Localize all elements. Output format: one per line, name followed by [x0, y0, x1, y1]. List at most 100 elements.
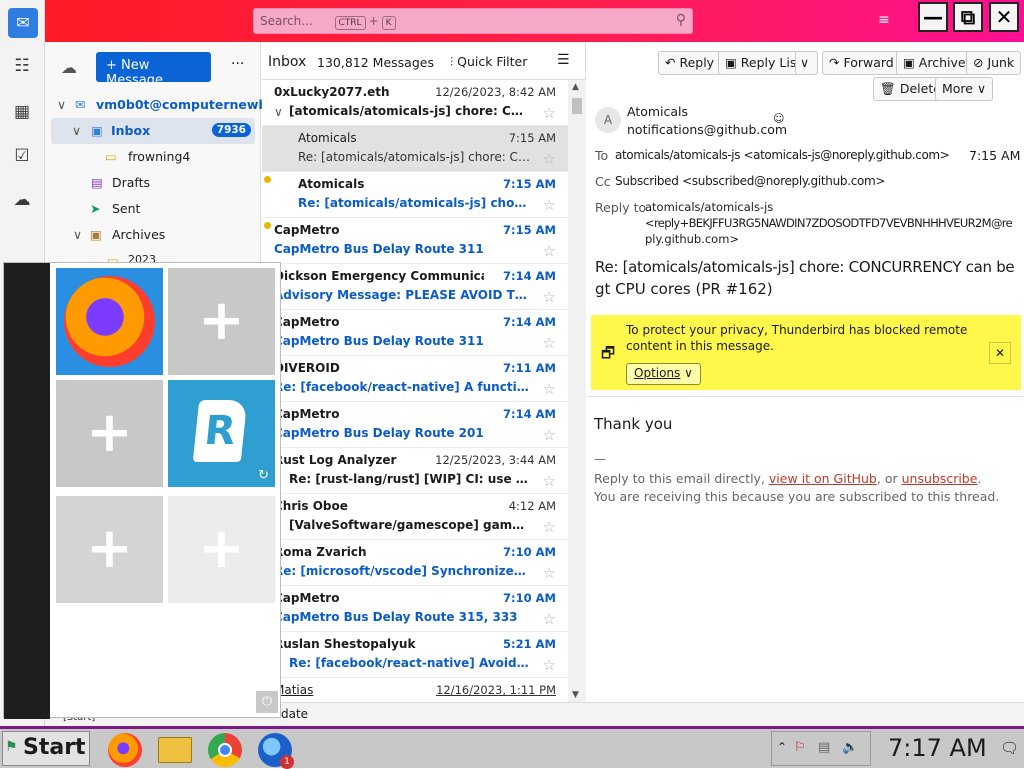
- network-icon[interactable]: ▤: [818, 740, 830, 755]
- volume-icon[interactable]: 🔈: [842, 740, 858, 755]
- star-icon[interactable]: ☆: [543, 564, 556, 582]
- table-row[interactable]: Atomicals 7:15 AM Re: [atomicals/atomica…: [262, 172, 568, 218]
- folder-archives[interactable]: ∨ ▣ Archives: [45, 222, 261, 248]
- plus-icon: +: [198, 288, 245, 353]
- add-tile-placeholder[interactable]: +: [56, 496, 163, 603]
- chrome-icon[interactable]: [208, 733, 242, 767]
- star-icon[interactable]: ☆: [543, 610, 556, 628]
- tasks-icon[interactable]: ☑: [8, 142, 36, 170]
- display-options-icon[interactable]: ☰: [557, 52, 570, 68]
- maximize-button[interactable]: ⧉: [953, 2, 983, 32]
- global-search-input[interactable]: Search... CTRL + K ⚲: [253, 8, 693, 34]
- from-email[interactable]: notifications@github.com: [627, 122, 787, 137]
- calendar-icon[interactable]: ▦: [8, 98, 36, 126]
- star-icon[interactable]: ☆: [543, 150, 556, 168]
- power-button[interactable]: ⏻: [256, 691, 278, 713]
- file-explorer-icon[interactable]: [158, 737, 192, 763]
- to-value[interactable]: atomicals/atomicals-js <atomicals-js@nor…: [615, 148, 950, 162]
- table-row-selected[interactable]: Atomicals 7:15 AM Re: [atomicals/atomica…: [262, 126, 568, 172]
- app-menu-icon[interactable]: ≡: [878, 12, 890, 28]
- reply-list-dropdown[interactable]: ∨: [795, 51, 818, 75]
- notification-center-icon[interactable]: 🗨: [1000, 739, 1019, 757]
- inbox-icon: ▣: [91, 123, 103, 138]
- thread-scrollbar[interactable]: ▲ ▼: [568, 80, 586, 726]
- quick-filter-label: Quick Filter: [457, 54, 528, 69]
- security-icon[interactable]: ⚐: [794, 740, 806, 755]
- clock[interactable]: 7:17 AM: [888, 734, 987, 762]
- account-row[interactable]: ∨ ✉ vm0b0t@computernewb...: [45, 92, 282, 118]
- view-on-github-link[interactable]: view it on GitHub: [769, 471, 877, 486]
- address-book-icon[interactable]: ☷: [8, 52, 36, 80]
- star-icon[interactable]: ☆: [543, 288, 556, 306]
- firefox-tile[interactable]: [56, 268, 163, 375]
- get-messages-icon[interactable]: ☁: [61, 58, 77, 77]
- table-row[interactable]: CapMetro 7:15 AM CapMetro Bus Delay Rout…: [262, 218, 568, 264]
- mail-space-icon[interactable]: ✉: [8, 8, 38, 38]
- add-tile-placeholder[interactable]: +: [56, 380, 163, 487]
- table-row[interactable]: Ruslan Shestopalyuk 5:21 AM Re: [faceboo…: [262, 632, 568, 678]
- minimize-button[interactable]: —: [918, 2, 948, 32]
- forward-button[interactable]: ↷ Forward: [822, 51, 901, 75]
- close-notification-button[interactable]: ✕: [989, 342, 1011, 364]
- reply-button[interactable]: ↶ Reply: [658, 51, 722, 75]
- star-icon[interactable]: ☆: [543, 472, 556, 490]
- chevron-down-icon: ∨: [72, 123, 82, 138]
- chevron-down-icon: ∨: [973, 81, 987, 96]
- message-subject-line1: Re: [atomicals/atomicals-js] chore: CONC…: [595, 258, 1015, 276]
- archive-button[interactable]: ▣ Archive: [896, 51, 973, 75]
- row-sender: Ruslan Shestopalyuk: [274, 637, 416, 651]
- folder-drafts[interactable]: ▤ Drafts: [45, 170, 261, 196]
- folder-sent[interactable]: ➤ Sent: [45, 196, 261, 222]
- table-row[interactable]: Dickson Emergency Communications 7:14 AM…: [262, 264, 568, 310]
- unread-dot-icon: [264, 176, 271, 183]
- star-icon[interactable]: ☆: [543, 104, 556, 122]
- options-button[interactable]: Options ∨: [626, 363, 701, 385]
- more-button[interactable]: More ∨: [935, 77, 994, 101]
- star-icon[interactable]: ☆: [543, 426, 556, 444]
- tray-expand-icon[interactable]: ⌃: [777, 740, 787, 754]
- table-row[interactable]: Chris Oboe 4:12 AM [ValveSoftware/gamesc…: [262, 494, 568, 540]
- table-row[interactable]: DIVEROID 7:11 AM Re: [facebook/react-nat…: [262, 356, 568, 402]
- contact-icon[interactable]: ☺: [773, 112, 784, 125]
- star-icon[interactable]: ☆: [543, 242, 556, 260]
- star-icon[interactable]: ☆: [543, 334, 556, 352]
- row-date: 12/26/2023, 8:42 AM: [435, 85, 556, 99]
- table-row[interactable]: CapMetro 7:14 AM CapMetro Bus Delay Rout…: [262, 310, 568, 356]
- table-row[interactable]: CapMetro 7:10 AM CapMetro Bus Delay Rout…: [262, 586, 568, 632]
- scroll-thumb[interactable]: [572, 98, 582, 114]
- replyto-line1[interactable]: atomicals/atomicals-js: [645, 200, 773, 214]
- star-icon[interactable]: ☆: [543, 656, 556, 674]
- star-icon[interactable]: ☆: [543, 518, 556, 536]
- table-row[interactable]: 0xLucky2077.eth 12/26/2023, 8:42 AM ∨ [a…: [262, 80, 568, 126]
- replyto-line3[interactable]: ply.github.com>: [645, 232, 739, 246]
- table-row[interactable]: CapMetro 7:14 AM CapMetro Bus Delay Rout…: [262, 402, 568, 448]
- star-icon[interactable]: ☆: [543, 196, 556, 214]
- junk-button[interactable]: ⊘ Junk: [966, 51, 1022, 75]
- add-tile-placeholder[interactable]: +: [168, 496, 275, 603]
- table-row[interactable]: Rust Log Analyzer 12/25/2023, 3:44 AM Re…: [262, 448, 568, 494]
- scroll-down-icon[interactable]: ▼: [572, 690, 579, 700]
- unsubscribe-link[interactable]: unsubscribe: [902, 471, 978, 486]
- firefox-taskbar-icon[interactable]: [108, 733, 142, 767]
- table-row[interactable]: Roma Zvarich 7:10 AM Re: [microsoft/vsco…: [262, 540, 568, 586]
- row-sender: DIVEROID: [274, 361, 340, 375]
- replyto-line2[interactable]: <reply+BEKJFFU3RG5NAWDIN7ZDOSODTFD7VEVBN…: [645, 216, 1013, 230]
- new-message-button[interactable]: + New Message: [96, 52, 211, 88]
- quick-filter-button[interactable]: ⫶ Quick Filter: [450, 54, 527, 70]
- add-tile-placeholder[interactable]: +: [168, 268, 275, 375]
- remote-content-notification: 🗗 To protect your privacy, Thunderbird h…: [591, 315, 1021, 390]
- cc-value[interactable]: Subscribed <subscribed@noreply.github.co…: [615, 174, 886, 188]
- folder-inbox[interactable]: ∨ ▣ Inbox 7936: [51, 118, 255, 144]
- folder-pane-menu-icon[interactable]: ···: [231, 56, 244, 72]
- thunderbird-icon[interactable]: 1: [258, 733, 294, 769]
- signature-dash: —: [594, 452, 606, 466]
- start-button[interactable]: ⚑ Start: [2, 731, 90, 766]
- folder-frowning4[interactable]: ▭ frowning4: [45, 144, 261, 170]
- from-name[interactable]: Atomicals: [627, 104, 688, 119]
- scroll-up-icon[interactable]: ▲: [572, 82, 579, 92]
- close-button[interactable]: ✕: [989, 2, 1019, 32]
- chevron-down-icon[interactable]: ∨: [274, 105, 283, 119]
- star-icon[interactable]: ☆: [543, 380, 556, 398]
- app-tile-r[interactable]: R ↻: [168, 380, 275, 487]
- chat-icon[interactable]: ☁: [8, 186, 36, 214]
